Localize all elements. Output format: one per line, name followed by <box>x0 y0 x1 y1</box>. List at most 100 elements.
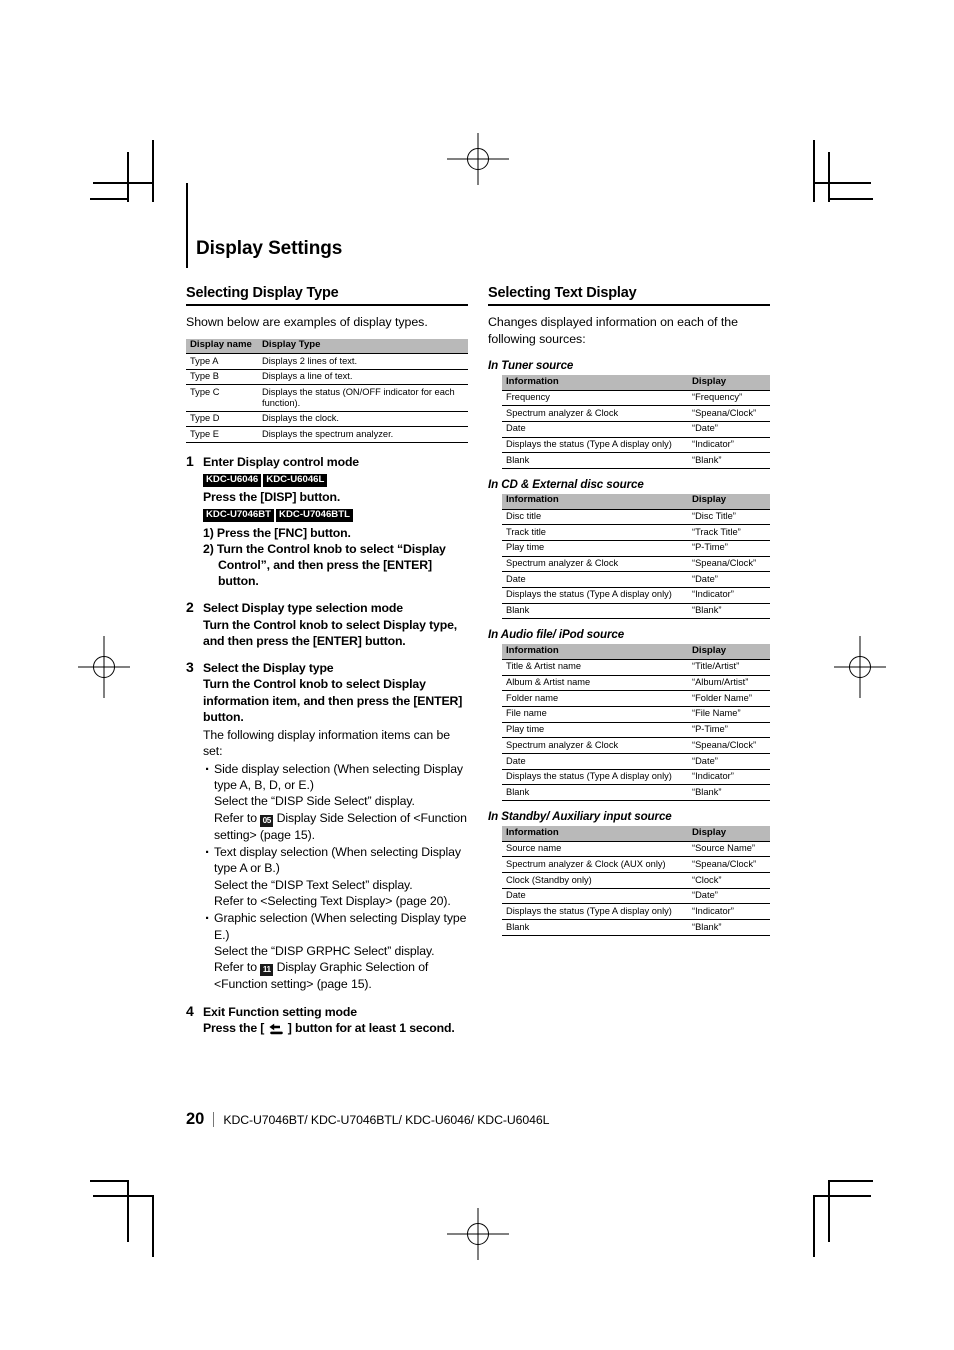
bullet-line-2: Select the “DISP GRPHC Select” display. <box>214 944 435 959</box>
cell-display: “Blank” <box>688 452 770 469</box>
step-1-model-badges-a: KDC-U6046 KDC-U6046L <box>203 471 468 489</box>
cell-display: “Speana/Clock” <box>688 737 770 755</box>
cell-information: Date <box>502 753 688 770</box>
table-row: Displays the status (Type A display only… <box>502 587 770 604</box>
crop-mark-top-left-h1 <box>93 182 154 184</box>
table-row: Type A Displays 2 lines of text. <box>186 353 468 370</box>
cell-display: “Frequency” <box>688 390 770 407</box>
table-row: Date “Date” <box>502 888 770 905</box>
cd-table-wrap: Information Display Disc title “Disc Titl… <box>488 493 770 620</box>
bullet-line-3: Refer to <Selecting Text Display> (page … <box>214 894 451 909</box>
table-row: Displays the status (Type A display only… <box>502 437 770 454</box>
step-3-bullet-list: Side display selection (When selecting D… <box>203 760 468 993</box>
table-header-row: Information Display <box>502 375 770 391</box>
standby-table-wrap: Information Display Source name “Source N… <box>488 826 770 936</box>
cell-information: Date <box>502 888 688 905</box>
table-row: File name “File Name” <box>502 706 770 723</box>
step-heading: Enter Display control mode <box>203 455 359 470</box>
registration-mark-bottom <box>447 1208 509 1260</box>
bullet-line-1: Text display selection (When selecting D… <box>214 845 461 876</box>
table-header-row: Information Display <box>502 644 770 660</box>
cell-display: “Indicator” <box>688 437 770 454</box>
tuner-source-table: Information Display Frequency “Frequency”… <box>502 375 770 469</box>
table-row: Displays the status (Type A display only… <box>502 769 770 786</box>
table-row: Spectrum analyzer & Clock “Speana/Clock” <box>502 556 770 573</box>
cell-information: Displays the status (Type A display only… <box>502 903 688 921</box>
table-row: Folder name “Folder Name” <box>502 690 770 707</box>
table-row: Date “Date” <box>502 421 770 438</box>
cell-information: Displays the status (Type A display only… <box>502 587 688 604</box>
cell-display: “Blank” <box>688 784 770 802</box>
table-row: Blank “Blank” <box>502 784 770 802</box>
crop-mark-top-right-h1 <box>813 182 871 184</box>
cell-information: Blank <box>502 919 688 936</box>
cell-type-name: Type E <box>186 426 258 444</box>
registration-mark-top <box>447 133 509 185</box>
step-2: 2 Select Display type selection mode Tur… <box>186 599 468 649</box>
page-canvas: Display Settings Selecting Display Type … <box>0 0 954 1350</box>
step-1-substep-2: 2) Turn the Control knob to select “Disp… <box>203 541 446 589</box>
crop-mark-top-right-v1 <box>813 140 815 202</box>
cell-type-name: Type D <box>186 411 258 428</box>
step-heading: Exit Function setting mode <box>203 1004 357 1019</box>
crop-mark-bottom-right-v1 <box>813 1195 815 1257</box>
cell-information: Spectrum analyzer & Clock <box>502 556 688 573</box>
column-header-information: Information <box>502 826 688 842</box>
list-item: Side display selection (When selecting D… <box>203 760 468 843</box>
cell-display: “Date” <box>688 753 770 770</box>
table-row: Displays the status (Type A display only… <box>502 903 770 921</box>
section-divider <box>186 304 468 306</box>
bullet-line-3-pre: Refer to <box>214 810 261 825</box>
footer-divider <box>213 1112 215 1127</box>
crop-mark-bottom-right-h2 <box>828 1180 873 1182</box>
table-row: Frequency “Frequency” <box>502 390 770 407</box>
cell-information: Date <box>502 421 688 438</box>
step-4-text-pre: Press the [ <box>203 1021 268 1036</box>
source-heading-tuner: In Tuner source <box>488 359 574 372</box>
step-1-model-badges-b: KDC-U7046BT KDC-U7046BTL <box>203 507 468 525</box>
cell-information: Spectrum analyzer & Clock <box>502 737 688 755</box>
cell-information: Blank <box>502 784 688 802</box>
cell-display: “Date” <box>688 421 770 438</box>
page-title: Display Settings <box>196 238 343 259</box>
cell-display: “Album/Artist” <box>688 675 770 692</box>
crop-mark-bottom-right-v2 <box>828 1180 830 1242</box>
table-header-row: Display name Display Type <box>186 338 468 355</box>
cell-type-desc: Displays the spectrum analyzer. <box>258 426 468 444</box>
crop-mark-bottom-right-h1 <box>813 1195 871 1197</box>
left-column: Selecting Display Type Shown below are e… <box>186 285 468 1039</box>
table-row: Title & Artist name “Title/Artist” <box>502 659 770 676</box>
step-1-instruction-a: Press the [DISP] button. <box>203 490 341 505</box>
cell-type-name: Type B <box>186 369 258 386</box>
cell-information: Track title <box>502 524 688 541</box>
cell-display: “Indicator” <box>688 587 770 604</box>
cell-type-desc: Displays the clock. <box>258 411 468 428</box>
cell-information: Play time <box>502 722 688 739</box>
cell-display: “Blank” <box>688 603 770 620</box>
list-item: Text display selection (When selecting D… <box>203 843 468 909</box>
crop-mark-bottom-left-v2 <box>127 1180 129 1242</box>
cell-information: Album & Artist name <box>502 675 688 692</box>
table-row: Play time “P-Time” <box>502 722 770 739</box>
step-heading: Select Display type selection mode <box>203 601 403 616</box>
step-3-note: The following display information items … <box>203 728 450 759</box>
step-4-instruction: Press the [ ] button for at least 1 seco… <box>203 1020 468 1039</box>
table-row: Clock (Standby only) “Clock” <box>502 872 770 889</box>
list-item: Graphic selection (When selecting Displa… <box>203 909 468 992</box>
table-row: Play time “P-Time” <box>502 540 770 557</box>
cell-information: Source name <box>502 841 688 858</box>
function-ref-number-icon: 11 <box>260 964 274 977</box>
cell-information: Date <box>502 571 688 588</box>
cell-information: Title & Artist name <box>502 659 688 676</box>
column-header-display-type: Display Type <box>258 338 468 355</box>
right-column: Selecting Text Display Changes displayed… <box>488 285 770 940</box>
audio-table-wrap: Information Display Title & Artist name “… <box>488 644 770 802</box>
cell-information: Displays the status (Type A display only… <box>502 437 688 454</box>
cell-display: “Indicator” <box>688 903 770 921</box>
source-heading-standby-auxiliary: In Standby/ Auxiliary input source <box>488 810 672 824</box>
model-badge: KDC-U6046L <box>263 473 328 487</box>
table-row: Disc title “Disc Title” <box>502 509 770 526</box>
bullet-line-1: Graphic selection (When selecting Displa… <box>214 911 467 942</box>
table-row: Spectrum analyzer & Clock (AUX only) “Spe… <box>502 856 770 873</box>
column-header-display: Display <box>688 644 770 660</box>
